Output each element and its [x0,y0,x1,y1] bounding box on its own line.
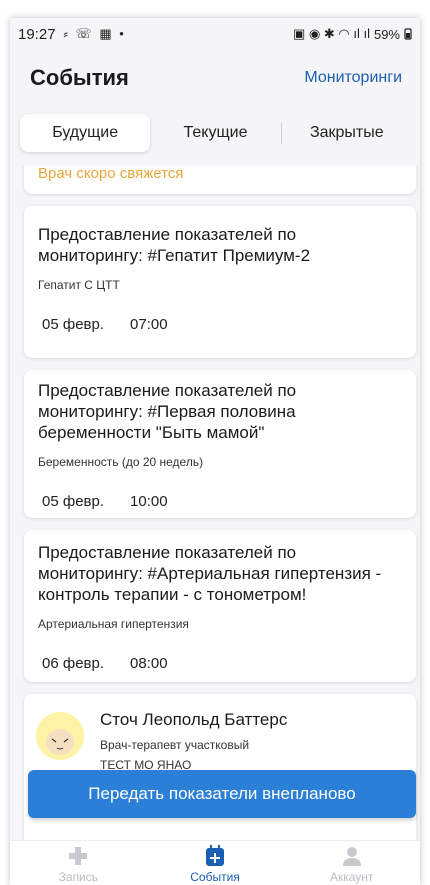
cartoon-face-icon [36,712,84,760]
doctor-position: Врач-терапевт участковый [100,738,250,752]
status-time: 19:27 [18,25,56,43]
tab-closed[interactable]: Закрытые [282,114,412,152]
nav-label: Запись [58,870,99,884]
nav-label: Аккаунт [329,870,374,884]
user-icon [342,847,361,866]
tab-current[interactable]: Текущие [150,114,280,152]
doctor-avatar [36,712,84,760]
event-title: Предоставление показателей по мониторинг… [38,543,382,604]
battery-level: 59% [373,26,400,42]
event-tabs: Будущие Текущие Закрытые [20,114,412,152]
event-date: 05 февр. [42,316,105,333]
system-status-icons: ▣ ◉ ✱ ◠ ıl ıl [293,26,370,41]
nav-label: События [190,870,240,884]
event-time: 10:00 [130,493,168,510]
event-title: Предоставление показателей по мониторинг… [38,225,311,265]
tab-future[interactable]: Будущие [20,114,151,152]
event-category: Беременность (до 20 недель) [38,455,204,469]
event-time: 07:00 [130,316,168,333]
monitorings-link[interactable]: Мониторинги [304,69,402,87]
event-card[interactable]: Предоставление показателей по мониторинг… [24,206,416,358]
nav-item-booking[interactable]: Запись [10,841,147,885]
event-category: Гепатит С ЦТТ [38,278,120,292]
page-title: События [30,65,129,90]
events-list[interactable]: Врач скоро свяжется Предоставление показ… [10,166,420,846]
submit-indicators-button[interactable]: Передать показатели внепланово [28,770,416,818]
event-datetime: 05 февр. 07:00 [38,316,402,333]
event-datetime: 06 февр. 08:00 [38,655,402,672]
nav-item-account[interactable]: Аккаунт [283,841,420,885]
event-title: Предоставление показателей по мониторинг… [38,381,297,442]
event-card[interactable]: Предоставление показателей по мониторинг… [24,370,416,518]
event-date: 06 февр. [42,655,105,672]
app-screen: 19:27 ⸗ ☏ ▦ • ▣ ◉ ✱ ◠ ıl ıl 59% События … [10,18,420,885]
event-card[interactable]: Предоставление показателей по мониторинг… [24,530,416,682]
event-card-partial[interactable]: Врач скоро свяжется [24,166,416,194]
event-datetime: 05 февр. 10:00 [38,493,402,510]
event-category: Артериальная гипертензия [38,617,189,631]
system-icons: ▣ ◉ ✱ ◠ ıl ıl 59% [293,26,412,42]
plus-cross-icon [69,847,88,865]
calendar-plus-icon [206,845,224,866]
bottom-navigation: Запись События Аккаунт [10,840,420,885]
nav-item-events[interactable]: События [147,841,284,885]
page-header: События Мониторинги [10,50,420,106]
notification-icons: ⸗ ☏ ▦ • [63,26,126,41]
event-status-text: Врач скоро свяжется [38,166,184,182]
event-time: 08:00 [130,655,168,672]
status-bar: 19:27 ⸗ ☏ ▦ • ▣ ◉ ✱ ◠ ıl ıl 59% [10,18,420,50]
battery-icon [404,28,412,40]
doctor-name: Сточ Леопольд Баттерс [100,710,288,729]
event-date: 05 февр. [42,493,105,510]
